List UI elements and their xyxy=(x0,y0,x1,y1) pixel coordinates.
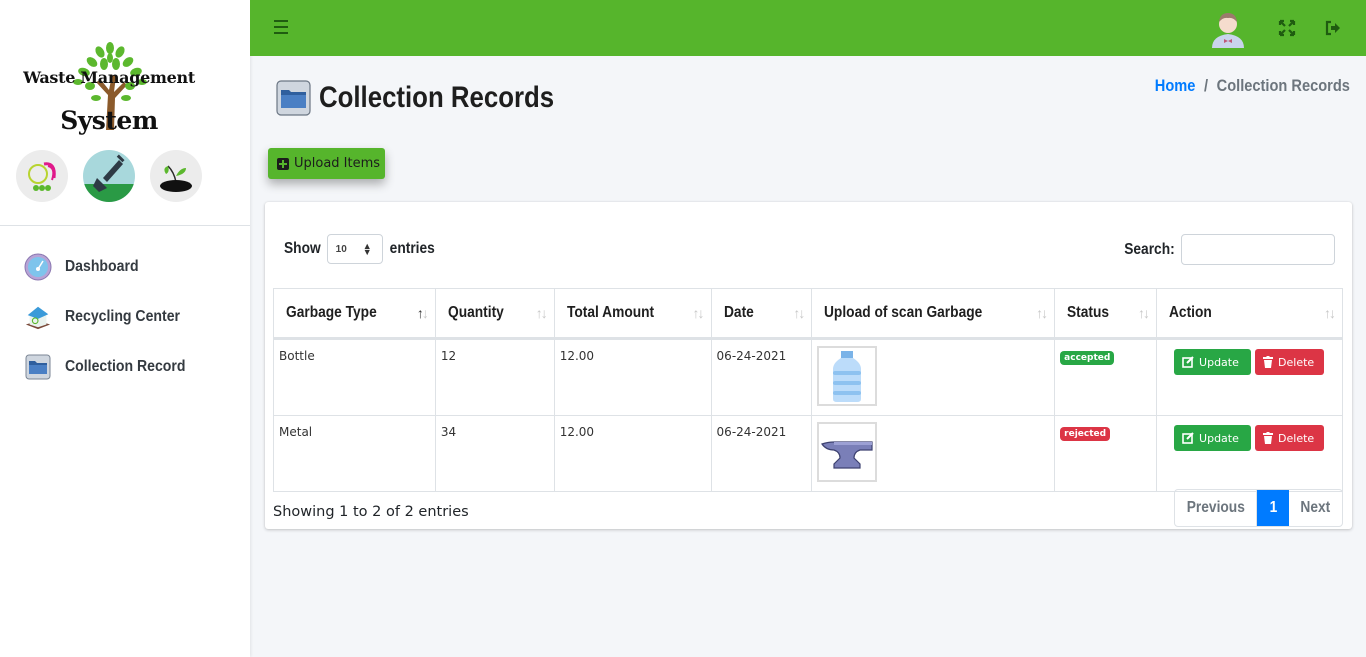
recycling-house-icon xyxy=(24,303,52,331)
column-header-action[interactable]: Action ↑↓ xyxy=(1156,288,1343,340)
upload-items-button[interactable]: Upload Items xyxy=(268,148,385,179)
brand-title-line2: System xyxy=(60,106,158,135)
page-header: Collection Records xyxy=(276,80,592,116)
search-input[interactable] xyxy=(1181,234,1335,265)
column-header-total-amount[interactable]: Total Amount ↑↓ xyxy=(553,288,712,340)
column-header-status[interactable]: Status ↑↓ xyxy=(1054,288,1158,340)
breadcrumb-home-link[interactable]: Home xyxy=(1155,76,1196,96)
cell-scan-image xyxy=(811,338,1056,416)
expand-icon[interactable] xyxy=(1278,19,1296,37)
status-badge: rejected xyxy=(1060,427,1111,441)
sort-icon: ↑↓ xyxy=(1036,305,1048,321)
hamburger-icon[interactable] xyxy=(274,20,288,34)
plus-square-icon xyxy=(277,157,289,170)
page-length-control: Show 10 ▲ ▼ entries xyxy=(281,234,438,264)
page-length-select[interactable]: 10 ▲ ▼ xyxy=(326,234,383,264)
update-button[interactable]: Update xyxy=(1174,349,1252,375)
sort-icon: ↑↓ xyxy=(535,305,548,321)
cell-garbage-type: Metal xyxy=(273,415,436,492)
table-row: Metal 34 12.00 06-24-2021 rejected Updat… xyxy=(273,415,1343,492)
page-length-value: 10 xyxy=(335,243,347,255)
cell-total-amount: 12.00 xyxy=(553,415,712,492)
search-label: Search: xyxy=(1124,240,1175,258)
table-header-row: Garbage Type ↑↓ Quantity ↑↓ Total Amount ↑↓… xyxy=(273,288,1343,340)
search-control: Search: xyxy=(1116,234,1335,265)
recycle-leaf-badge-icon xyxy=(16,150,68,202)
sort-icon: ↑↓ xyxy=(1138,305,1150,321)
cell-garbage-type: Bottle xyxy=(273,338,436,416)
edit-icon xyxy=(1182,356,1194,368)
update-button[interactable]: Update xyxy=(1174,425,1252,451)
pagination: Previous 1 Next xyxy=(1174,489,1343,527)
sidebar-nav: Dashboard Recycling Center Collection Re… xyxy=(0,226,250,392)
brand-title-line1: Waste Management xyxy=(23,68,195,87)
cell-status: rejected xyxy=(1054,415,1158,492)
show-label: Show xyxy=(283,240,321,257)
cell-total-amount: 12.00 xyxy=(553,338,712,416)
folder-icon xyxy=(24,353,52,381)
column-header-quantity[interactable]: Quantity ↑↓ xyxy=(434,288,555,340)
sidebar-item-dashboard[interactable]: Dashboard xyxy=(0,242,250,292)
breadcrumb-separator: / xyxy=(1204,76,1209,95)
select-arrows-icon: ▲ ▼ xyxy=(362,241,372,257)
cell-status: accepted xyxy=(1054,338,1158,416)
pagination-previous[interactable]: Previous xyxy=(1175,490,1257,526)
logout-icon[interactable] xyxy=(1324,19,1342,37)
sidebar: Waste Management System Dashboard Recycl… xyxy=(0,0,250,657)
pagination-next[interactable]: Next xyxy=(1289,490,1342,526)
cell-date: 06-24-2021 xyxy=(710,338,813,416)
page-title: Collection Records xyxy=(319,81,555,114)
dashboard-gauge-icon xyxy=(24,253,52,281)
sidebar-item-label: Dashboard xyxy=(65,258,139,275)
cell-quantity: 12 xyxy=(434,338,555,416)
brand-badges xyxy=(16,150,202,202)
records-card: Show 10 ▲ ▼ entries Search: Garbage Type ↑… xyxy=(265,202,1352,529)
sort-icon: ↑↓ xyxy=(692,305,705,321)
entries-label: entries xyxy=(389,240,435,257)
cell-actions: Update Delete xyxy=(1156,415,1343,492)
brand-logo: Waste Management System xyxy=(0,0,250,226)
pagination-page-1[interactable]: 1 xyxy=(1257,490,1289,526)
sidebar-item-recycling-center[interactable]: Recycling Center xyxy=(0,292,250,342)
breadcrumb: Home / Collection Records xyxy=(1155,76,1350,96)
update-label: Update xyxy=(1199,355,1239,369)
delete-button[interactable]: Delete xyxy=(1255,425,1325,451)
sort-icon: ↑↓ xyxy=(793,305,805,321)
column-header-date[interactable]: Date ↑↓ xyxy=(710,288,813,340)
status-badge: accepted xyxy=(1060,351,1115,365)
update-label: Update xyxy=(1199,431,1239,445)
bottle-image[interactable] xyxy=(817,346,878,406)
column-header-upload-scan[interactable]: Upload of scan Garbage ↑↓ xyxy=(811,288,1056,340)
sidebar-item-label: Collection Record xyxy=(65,358,186,375)
cell-date: 06-24-2021 xyxy=(710,415,813,492)
cell-scan-image xyxy=(811,415,1056,492)
top-navbar xyxy=(250,0,1366,56)
trash-icon xyxy=(1263,356,1274,368)
sort-icon: ↑↓ xyxy=(416,305,429,321)
folder-icon xyxy=(276,80,311,116)
cell-quantity: 34 xyxy=(434,415,555,492)
user-avatar[interactable] xyxy=(1208,8,1248,48)
upload-items-label: Upload Items xyxy=(294,156,381,171)
table-info: Showing 1 to 2 of 2 entries xyxy=(273,504,469,520)
edit-icon xyxy=(1182,432,1194,444)
records-table: Garbage Type ↑↓ Quantity ↑↓ Total Amount ↑↓… xyxy=(273,288,1343,492)
column-header-garbage-type[interactable]: Garbage Type ↑↓ xyxy=(273,288,436,340)
table-row: Bottle 12 12.00 06-24-2021 accepted Upda… xyxy=(273,338,1343,416)
anvil-image[interactable] xyxy=(817,422,878,482)
breadcrumb-current: Collection Records xyxy=(1216,76,1350,95)
shovel-badge-icon xyxy=(83,150,135,202)
delete-label: Delete xyxy=(1278,355,1315,369)
delete-label: Delete xyxy=(1278,431,1315,445)
delete-button[interactable]: Delete xyxy=(1255,349,1325,375)
sidebar-item-label: Recycling Center xyxy=(65,308,181,325)
sprout-soil-badge-icon xyxy=(150,150,202,202)
cell-actions: Update Delete xyxy=(1156,338,1343,416)
sidebar-item-collection-record[interactable]: Collection Record xyxy=(0,342,250,392)
sort-icon: ↑↓ xyxy=(1324,305,1336,321)
trash-icon xyxy=(1263,432,1274,444)
